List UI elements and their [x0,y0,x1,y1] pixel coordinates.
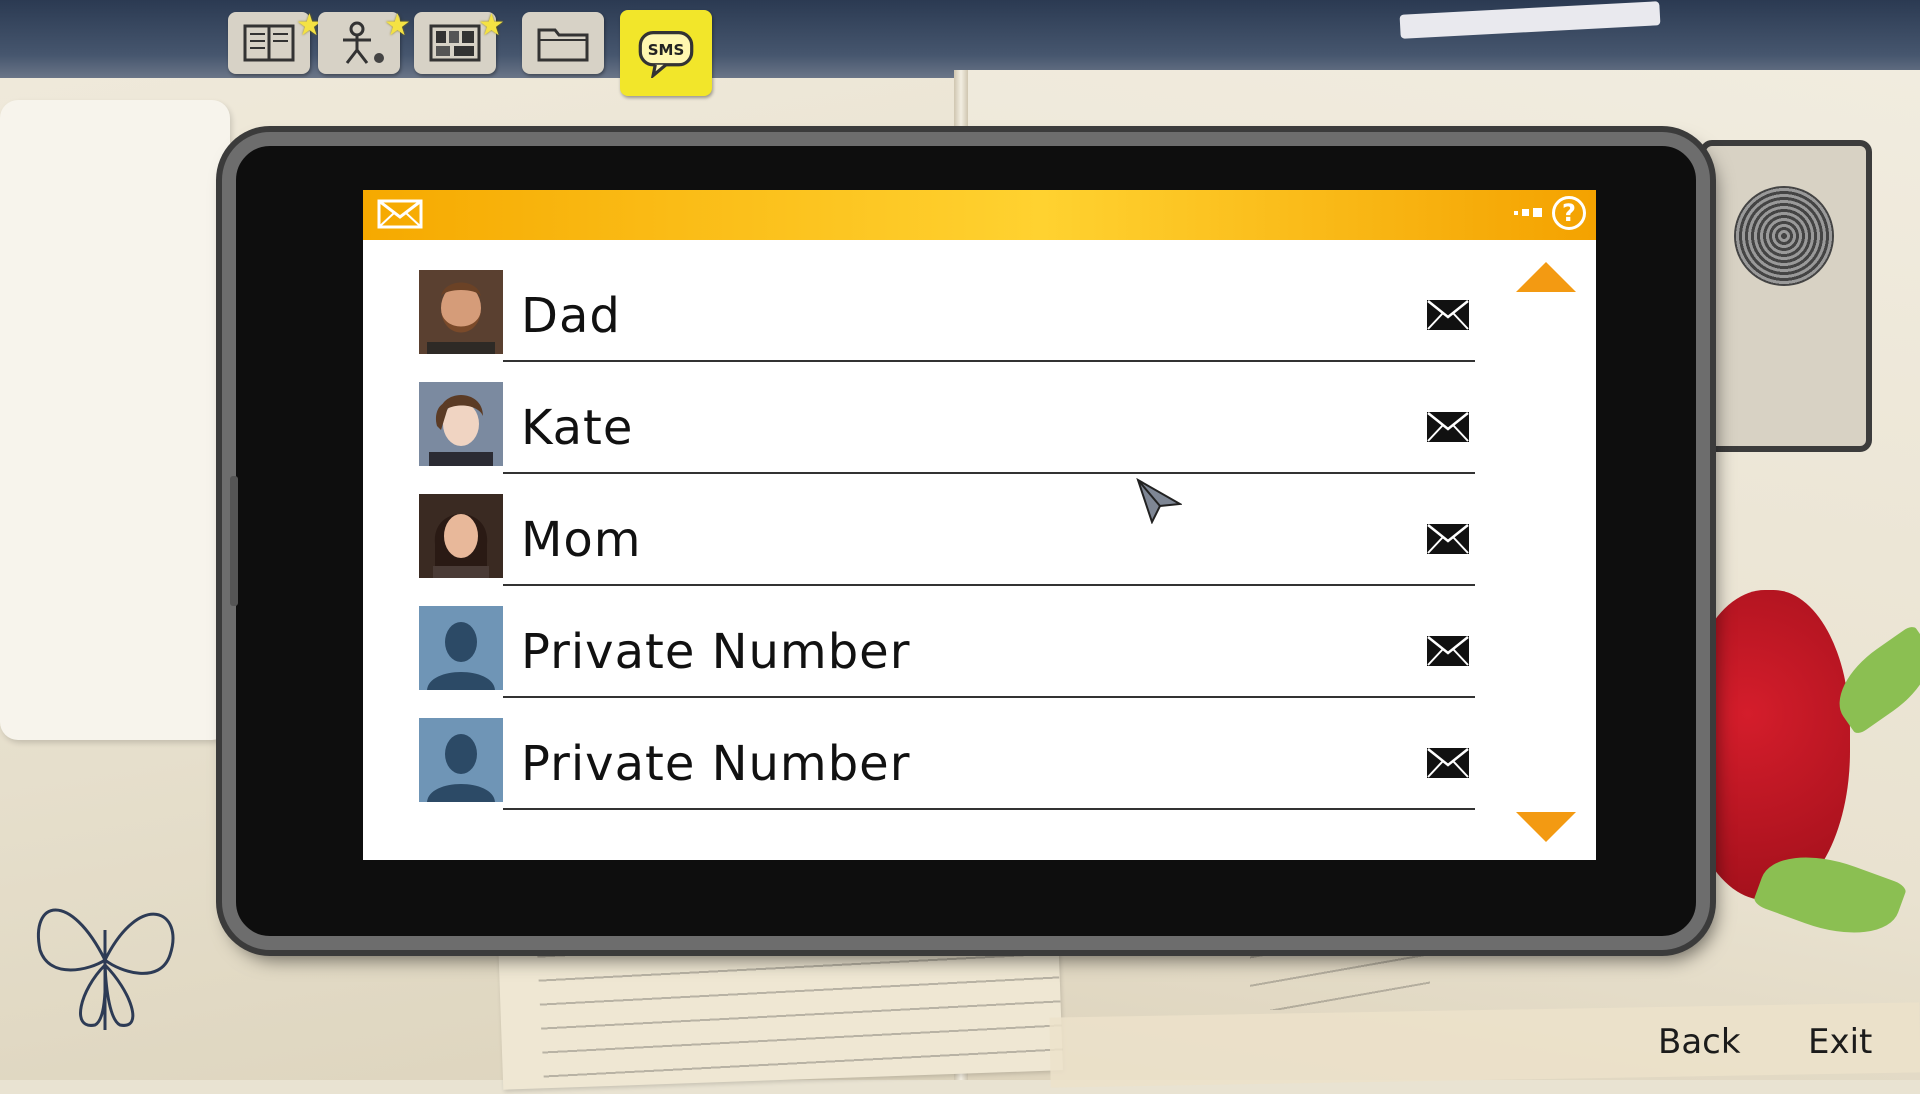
envelope-icon[interactable] [1425,634,1471,668]
envelope-icon [377,199,423,229]
contact-name: Dad [521,288,621,344]
signal-indicator-icon [1514,208,1542,217]
envelope-icon[interactable] [1425,746,1471,780]
folder-icon [537,28,589,62]
scroll-down-button[interactable] [1516,812,1576,842]
tab-journal[interactable]: ★ [228,8,323,74]
envelope-icon[interactable] [1425,522,1471,556]
avatar-kate [419,382,503,466]
contact-row-private-number[interactable]: Private Number [419,698,1475,810]
contact-name: Private Number [521,736,911,792]
contact-row-kate[interactable]: Kate [419,362,1475,474]
envelope-icon[interactable] [1425,298,1471,332]
back-button[interactable]: Back [1658,1022,1741,1062]
tab-characters[interactable]: ★ [318,8,411,74]
contact-name: Private Number [521,624,911,680]
journal-icon [243,24,295,62]
tab-collectibles[interactable]: ★ [414,8,505,74]
journal-tab-bar: ★ ★ ★ SMS [0,0,1920,96]
envelope-icon[interactable] [1425,410,1471,444]
sms-bubble-icon: SMS [638,31,694,78]
stick-figure-icon [343,21,384,64]
silhouette-avatar-icon [419,606,503,690]
silhouette-avatar-icon [419,718,503,802]
tab-documents[interactable] [522,12,604,74]
contact-row-dad[interactable]: Dad [419,250,1475,362]
contact-name: Kate [521,400,634,456]
phone-side-button [230,476,238,606]
svg-text:SMS: SMS [648,41,685,59]
phone-screen: ? Dad Kate Mom Private Number Private Nu… [363,190,1596,860]
photo-wall-icon [429,24,481,62]
contact-name: Mom [521,512,642,568]
contact-list: Dad Kate Mom Private Number Private Numb… [419,250,1475,810]
messages-header: ? [363,190,1596,240]
scrap-paper [0,100,230,740]
scroll-up-button[interactable] [1516,262,1576,292]
camera-sketch [1700,140,1872,452]
butterfly-doodle [37,908,175,1030]
star-icon: ★ [478,8,505,43]
avatar-mom [419,494,503,578]
tab-sms[interactable]: SMS [620,10,712,96]
paper-plane-cursor-icon [1136,478,1182,524]
contact-row-mom[interactable]: Mom [419,474,1475,586]
exit-button[interactable]: Exit [1808,1022,1872,1062]
help-button[interactable]: ? [1552,196,1586,230]
star-icon: ★ [384,8,411,43]
contact-row-private-number[interactable]: Private Number [419,586,1475,698]
avatar-dad [419,270,503,354]
